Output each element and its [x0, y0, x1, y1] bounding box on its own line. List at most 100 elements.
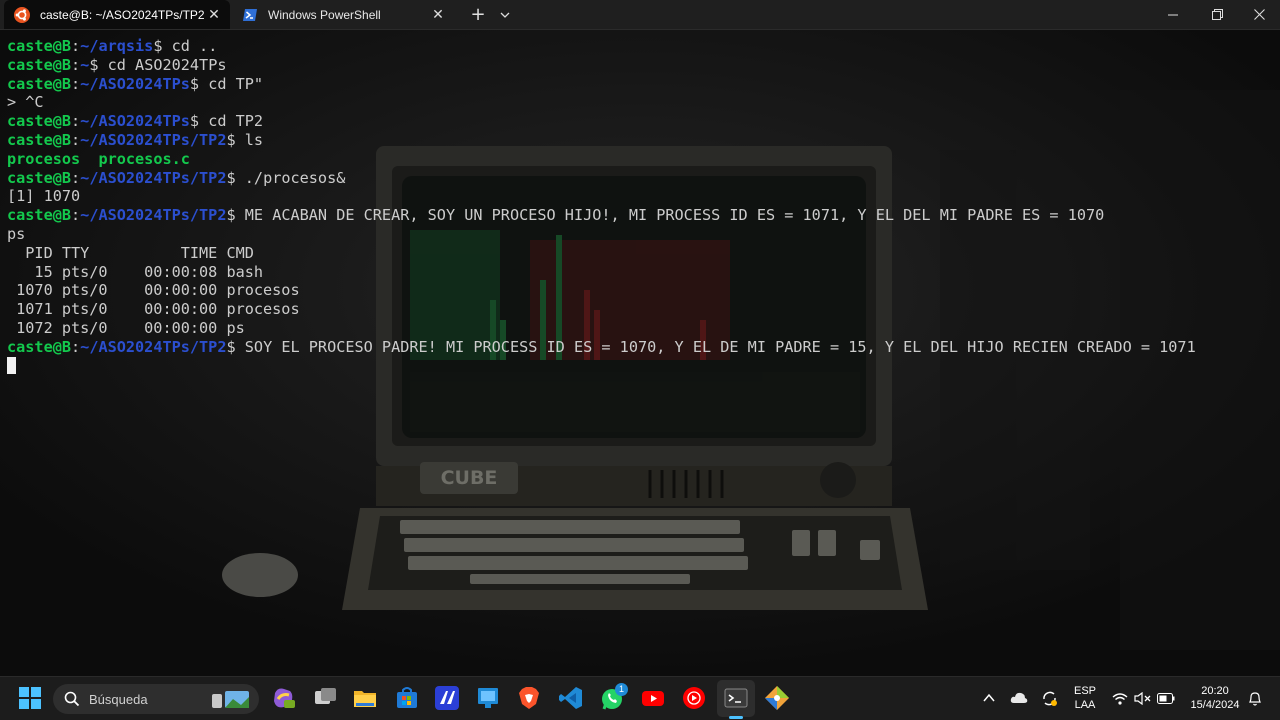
output-text: [1] 1070 — [7, 187, 81, 206]
battery-icon[interactable] — [1157, 693, 1175, 704]
language-indicator[interactable]: ESP LAA — [1068, 684, 1102, 712]
file-explorer-icon[interactable] — [352, 685, 378, 711]
keyboard-layout: LAA — [1074, 699, 1096, 711]
git-icon[interactable] — [764, 685, 790, 711]
close-tab-icon[interactable]: ✕ — [204, 6, 224, 23]
prompt-path: ~/arqsis — [80, 37, 154, 55]
search-icon — [64, 691, 80, 707]
prompt-symbol: $ — [89, 55, 108, 74]
windows-start-icon[interactable] — [17, 685, 43, 711]
prompt-colon: : — [71, 74, 81, 93]
prompt-path: ~/ASO2024TPs/TP2 — [80, 130, 227, 149]
taskbar-app-icon[interactable] — [475, 685, 501, 711]
task-view-icon[interactable] — [312, 685, 338, 711]
terminal-line: caste@B:~/ASO2024TPs/TP2$ ./procesos& — [7, 169, 1273, 188]
minimize-icon — [1168, 14, 1178, 15]
microsoft-store-icon[interactable] — [394, 685, 420, 711]
terminal-line: 1071 pts/0 00:00:00 procesos — [7, 300, 1273, 319]
terminal-line: 15 pts/0 00:00:08 bash — [7, 263, 1273, 282]
prompt-colon: : — [71, 112, 81, 131]
prompt-colon: : — [71, 37, 81, 55]
title-bar: caste@B: ~/ASO2024TPs/TP2 ✕ Windows Powe… — [0, 0, 1280, 30]
youtube-icon[interactable] — [640, 685, 666, 711]
brave-icon[interactable] — [516, 685, 542, 711]
ls-item: procesos.c — [98, 149, 190, 168]
vscode-icon[interactable] — [558, 685, 584, 711]
notification-bell-icon[interactable] — [1248, 691, 1262, 706]
prompt-colon: : — [71, 130, 81, 149]
prompt-user: caste@B — [7, 55, 72, 74]
volume-muted-icon[interactable] — [1134, 692, 1151, 705]
cube-brand-logo: CUBE — [441, 467, 498, 489]
terminal-line: [1] 1070 — [7, 187, 1273, 206]
terminal-line: > ^C — [7, 93, 1273, 112]
prompt-user: caste@B — [7, 112, 72, 131]
search-highlight-icon — [212, 691, 249, 708]
prompt-symbol: $ — [226, 337, 245, 356]
terminal-line: caste@B:~/ASO2024TPs$ cd TP2 — [7, 112, 1273, 131]
terminal-icon[interactable] — [723, 685, 749, 711]
prompt-colon: : — [71, 206, 81, 225]
prompt-symbol: $ — [226, 168, 245, 187]
windows-taskbar: Búsqueda 1 ESP LAA 20:20 15/4/2024 — [0, 676, 1280, 720]
prompt-symbol: $ — [226, 206, 245, 225]
terminal-output[interactable]: caste@B:~/arqsis$ cd .. caste@B:~$ cd ASO… — [7, 37, 1273, 375]
command-text: ./procesos& — [244, 168, 346, 187]
ls-sep — [80, 150, 98, 168]
clock[interactable]: 20:20 15/4/2024 — [1184, 684, 1246, 712]
command-text: ls — [244, 130, 264, 149]
command-text: cd TP2 — [208, 112, 264, 131]
output-text: 15 pts/0 00:00:08 bash — [7, 262, 264, 281]
text-cursor — [7, 356, 16, 374]
tab-title: caste@B: ~/ASO2024TPs/TP2 — [40, 7, 204, 22]
terminal-line: ps — [7, 225, 1273, 244]
ls-item: procesos — [7, 149, 81, 168]
command-text: ME ACABAN DE CREAR, SOY UN PROCESO HIJO!… — [244, 206, 1105, 225]
terminal-line: procesos procesos.c — [7, 150, 1273, 169]
chevron-up-icon[interactable] — [983, 693, 995, 703]
command-text: cd TP" — [208, 74, 264, 93]
prompt-user: caste@B — [7, 37, 72, 55]
taskbar-search[interactable]: Búsqueda — [53, 684, 259, 714]
terminal-line: caste@B:~/ASO2024TPs/TP2$ ls — [7, 131, 1273, 150]
sync-icon[interactable] — [1041, 690, 1058, 707]
prompt-path: ~ — [80, 55, 90, 74]
powershell-icon — [243, 8, 257, 21]
close-tab-icon[interactable]: ✕ — [428, 6, 448, 23]
prompt-user: caste@B — [7, 130, 72, 149]
chevron-down-icon — [500, 12, 510, 18]
command-text: cd ASO2024TPs — [107, 55, 227, 74]
prompt-user: caste@B — [7, 206, 72, 225]
terminal-line: caste@B:~/ASO2024TPs/TP2$ ME ACABAN DE C… — [7, 206, 1273, 225]
output-text: PID TTY TIME CMD — [7, 243, 254, 262]
youtube-music-icon[interactable] — [681, 685, 707, 711]
prompt-path: ~/ASO2024TPs/TP2 — [80, 337, 227, 356]
prompt-path: ~/ASO2024TPs — [80, 74, 190, 93]
output-text: 1072 pts/0 00:00:00 ps — [7, 318, 245, 337]
clock-date: 15/4/2024 — [1190, 699, 1240, 711]
prompt-path: ~/ASO2024TPs — [80, 112, 190, 131]
tab-dropdown-button[interactable] — [494, 0, 516, 29]
copilot-icon[interactable] — [270, 685, 296, 711]
restore-icon — [1211, 9, 1223, 20]
prompt-colon: : — [71, 337, 81, 356]
tab-powershell[interactable]: Windows PowerShell ✕ — [232, 0, 454, 29]
onedrive-icon[interactable] — [1010, 691, 1028, 705]
minimize-button[interactable] — [1150, 0, 1196, 29]
command-text: SOY EL PROCESO PADRE! MI PROCESS ID ES =… — [244, 337, 1196, 356]
maximize-button[interactable] — [1194, 0, 1240, 29]
output-text: > ^C — [7, 93, 44, 112]
command-text: cd .. — [171, 37, 218, 55]
app-icon[interactable] — [434, 685, 460, 711]
tab-title: Windows PowerShell — [268, 7, 381, 22]
prompt-colon: : — [71, 55, 81, 74]
wifi-icon[interactable] — [1112, 692, 1128, 705]
prompt-symbol: $ — [189, 74, 209, 93]
new-tab-button[interactable]: + — [466, 0, 490, 29]
prompt-symbol: $ — [153, 37, 172, 55]
close-window-button[interactable] — [1236, 0, 1280, 29]
output-text: 1070 pts/0 00:00:00 procesos — [7, 281, 300, 300]
clock-time: 20:20 — [1201, 685, 1229, 697]
tab-ubuntu[interactable]: caste@B: ~/ASO2024TPs/TP2 ✕ — [4, 0, 230, 29]
prompt-colon: : — [71, 168, 81, 187]
